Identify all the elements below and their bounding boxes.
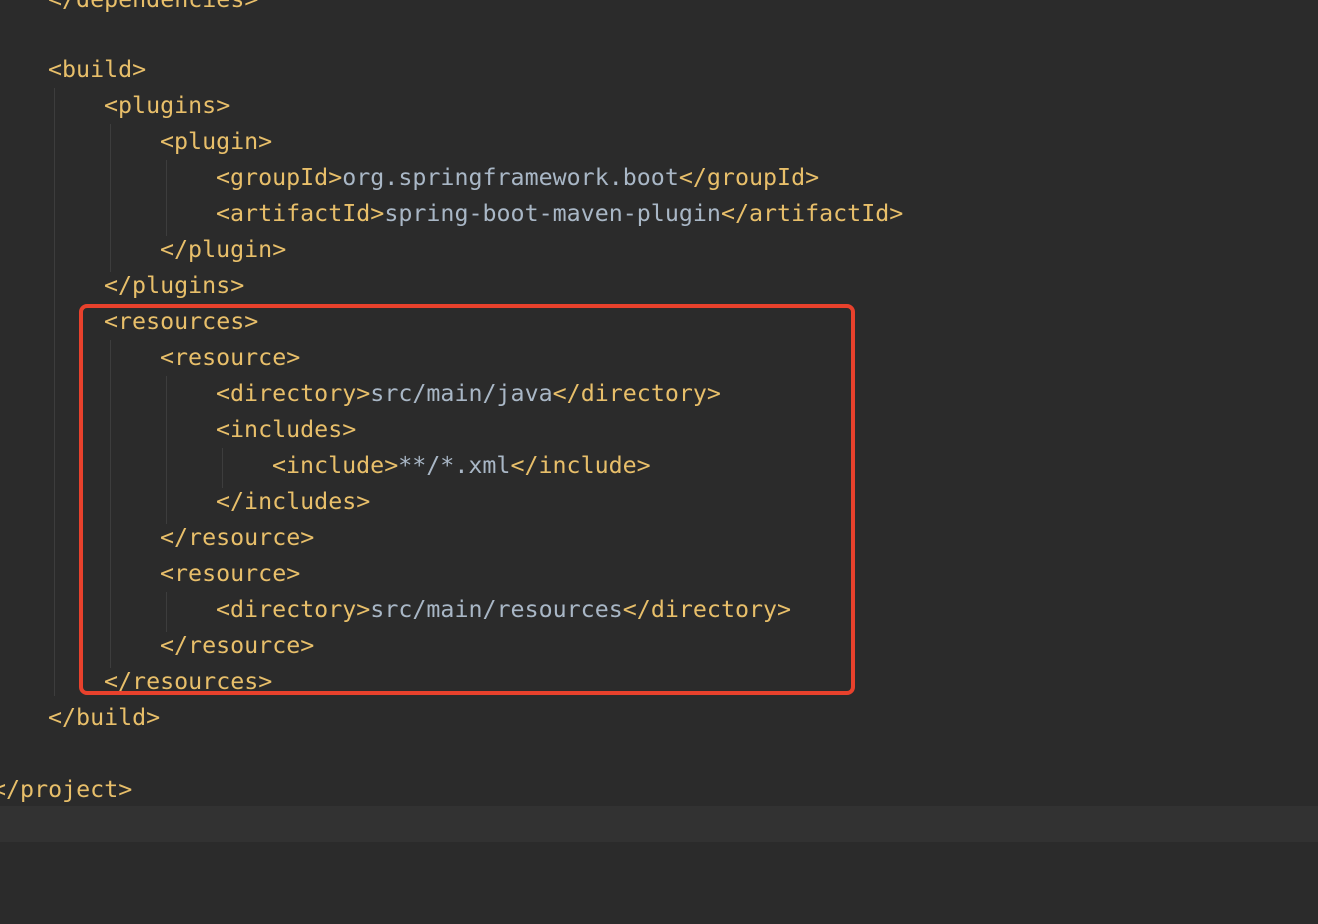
xml-close-tag: </groupId>	[678, 164, 820, 191]
code-line[interactable]: </project>	[0, 772, 132, 808]
xml-tag: <build>	[48, 56, 147, 83]
resources-highlight-box	[79, 304, 855, 695]
code-line[interactable]: </build>	[48, 700, 160, 736]
code-editor[interactable]: </dependencies> <build> <plugins> <plugi…	[0, 0, 1318, 924]
code-line[interactable]: <plugin>	[160, 124, 272, 160]
indent-guide	[54, 88, 55, 696]
indent-guide	[110, 124, 111, 272]
code-line[interactable]: <artifactId>spring-boot-maven-plugin</ar…	[216, 196, 903, 232]
xml-tag: </plugin>	[160, 236, 287, 263]
xml-tag: <plugin>	[160, 128, 273, 155]
xml-text: org.springframework.boot	[342, 164, 679, 191]
xml-text: spring-boot-maven-plugin	[384, 200, 721, 227]
code-line[interactable]: <groupId>org.springframework.boot</group…	[216, 160, 819, 196]
xml-open-tag: <artifactId>	[216, 200, 385, 227]
xml-tag: </project>	[0, 776, 133, 803]
current-line-highlight	[0, 806, 1318, 842]
code-line[interactable]: <build>	[48, 52, 146, 88]
xml-tag: </build>	[48, 704, 161, 731]
xml-tag: </plugins>	[104, 272, 245, 299]
xml-close-tag: </artifactId>	[720, 200, 904, 227]
xml-tag: <plugins>	[104, 92, 231, 119]
indent-guide	[166, 160, 167, 236]
code-line[interactable]: </plugins>	[104, 268, 244, 304]
code-line[interactable]: </plugin>	[160, 232, 286, 268]
xml-open-tag: <groupId>	[216, 164, 343, 191]
xml-tag: </dependencies>	[48, 0, 258, 13]
code-line[interactable]: </dependencies>	[48, 0, 258, 18]
code-line[interactable]: <plugins>	[104, 88, 230, 124]
